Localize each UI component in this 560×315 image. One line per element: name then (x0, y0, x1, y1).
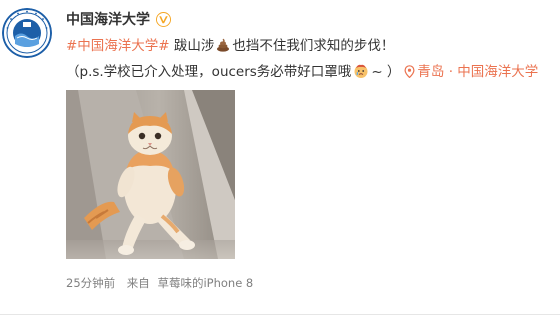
post-text-segment: （p.s.学校已介入处理，oucers务必带好口罩哦 (66, 64, 352, 80)
source-prefix: 来自 (126, 276, 150, 290)
post-text-segment: 也挡不住我们求知的步伐！ (232, 38, 395, 54)
post-text-segment: 跋山涉 (169, 38, 215, 54)
avatar[interactable] (2, 8, 52, 58)
post-text-line-2: （p.s.学校已介入处理，oucers务必带好口罩哦 ~ ） 青岛 · 中国海洋… (66, 63, 538, 81)
weibo-post-card: 中国海洋大学 #中国海洋大学# 跋山涉 也挡不住我们求知的步伐！ （p.s.学校… (0, 0, 560, 315)
verified-badge-icon (156, 11, 171, 27)
post-text-segment: ~ ） (371, 64, 401, 80)
poop-emoji-icon (217, 38, 230, 52)
post-meta: 25分钟前 来自 草莓味的iPhone 8 (66, 275, 261, 291)
post-text-line-1: #中国海洋大学# 跋山涉 也挡不住我们求知的步伐！ (66, 37, 394, 55)
post-timestamp[interactable]: 25分钟前 (66, 276, 115, 290)
location-pin-icon (404, 65, 415, 78)
location-link[interactable]: 青岛 · 中国海洋大学 (417, 64, 538, 80)
hashtag-link[interactable]: #中国海洋大学# (66, 38, 170, 54)
cat-photo-illustration (66, 90, 235, 259)
author-name[interactable]: 中国海洋大学 (66, 9, 150, 29)
post-photo-cat[interactable] (66, 90, 235, 259)
source-device-link[interactable]: 草莓味的iPhone 8 (157, 276, 253, 290)
university-seal-icon (2, 8, 52, 58)
crying-face-emoji-icon (354, 64, 368, 78)
author-name-row: 中国海洋大学 (66, 9, 171, 29)
